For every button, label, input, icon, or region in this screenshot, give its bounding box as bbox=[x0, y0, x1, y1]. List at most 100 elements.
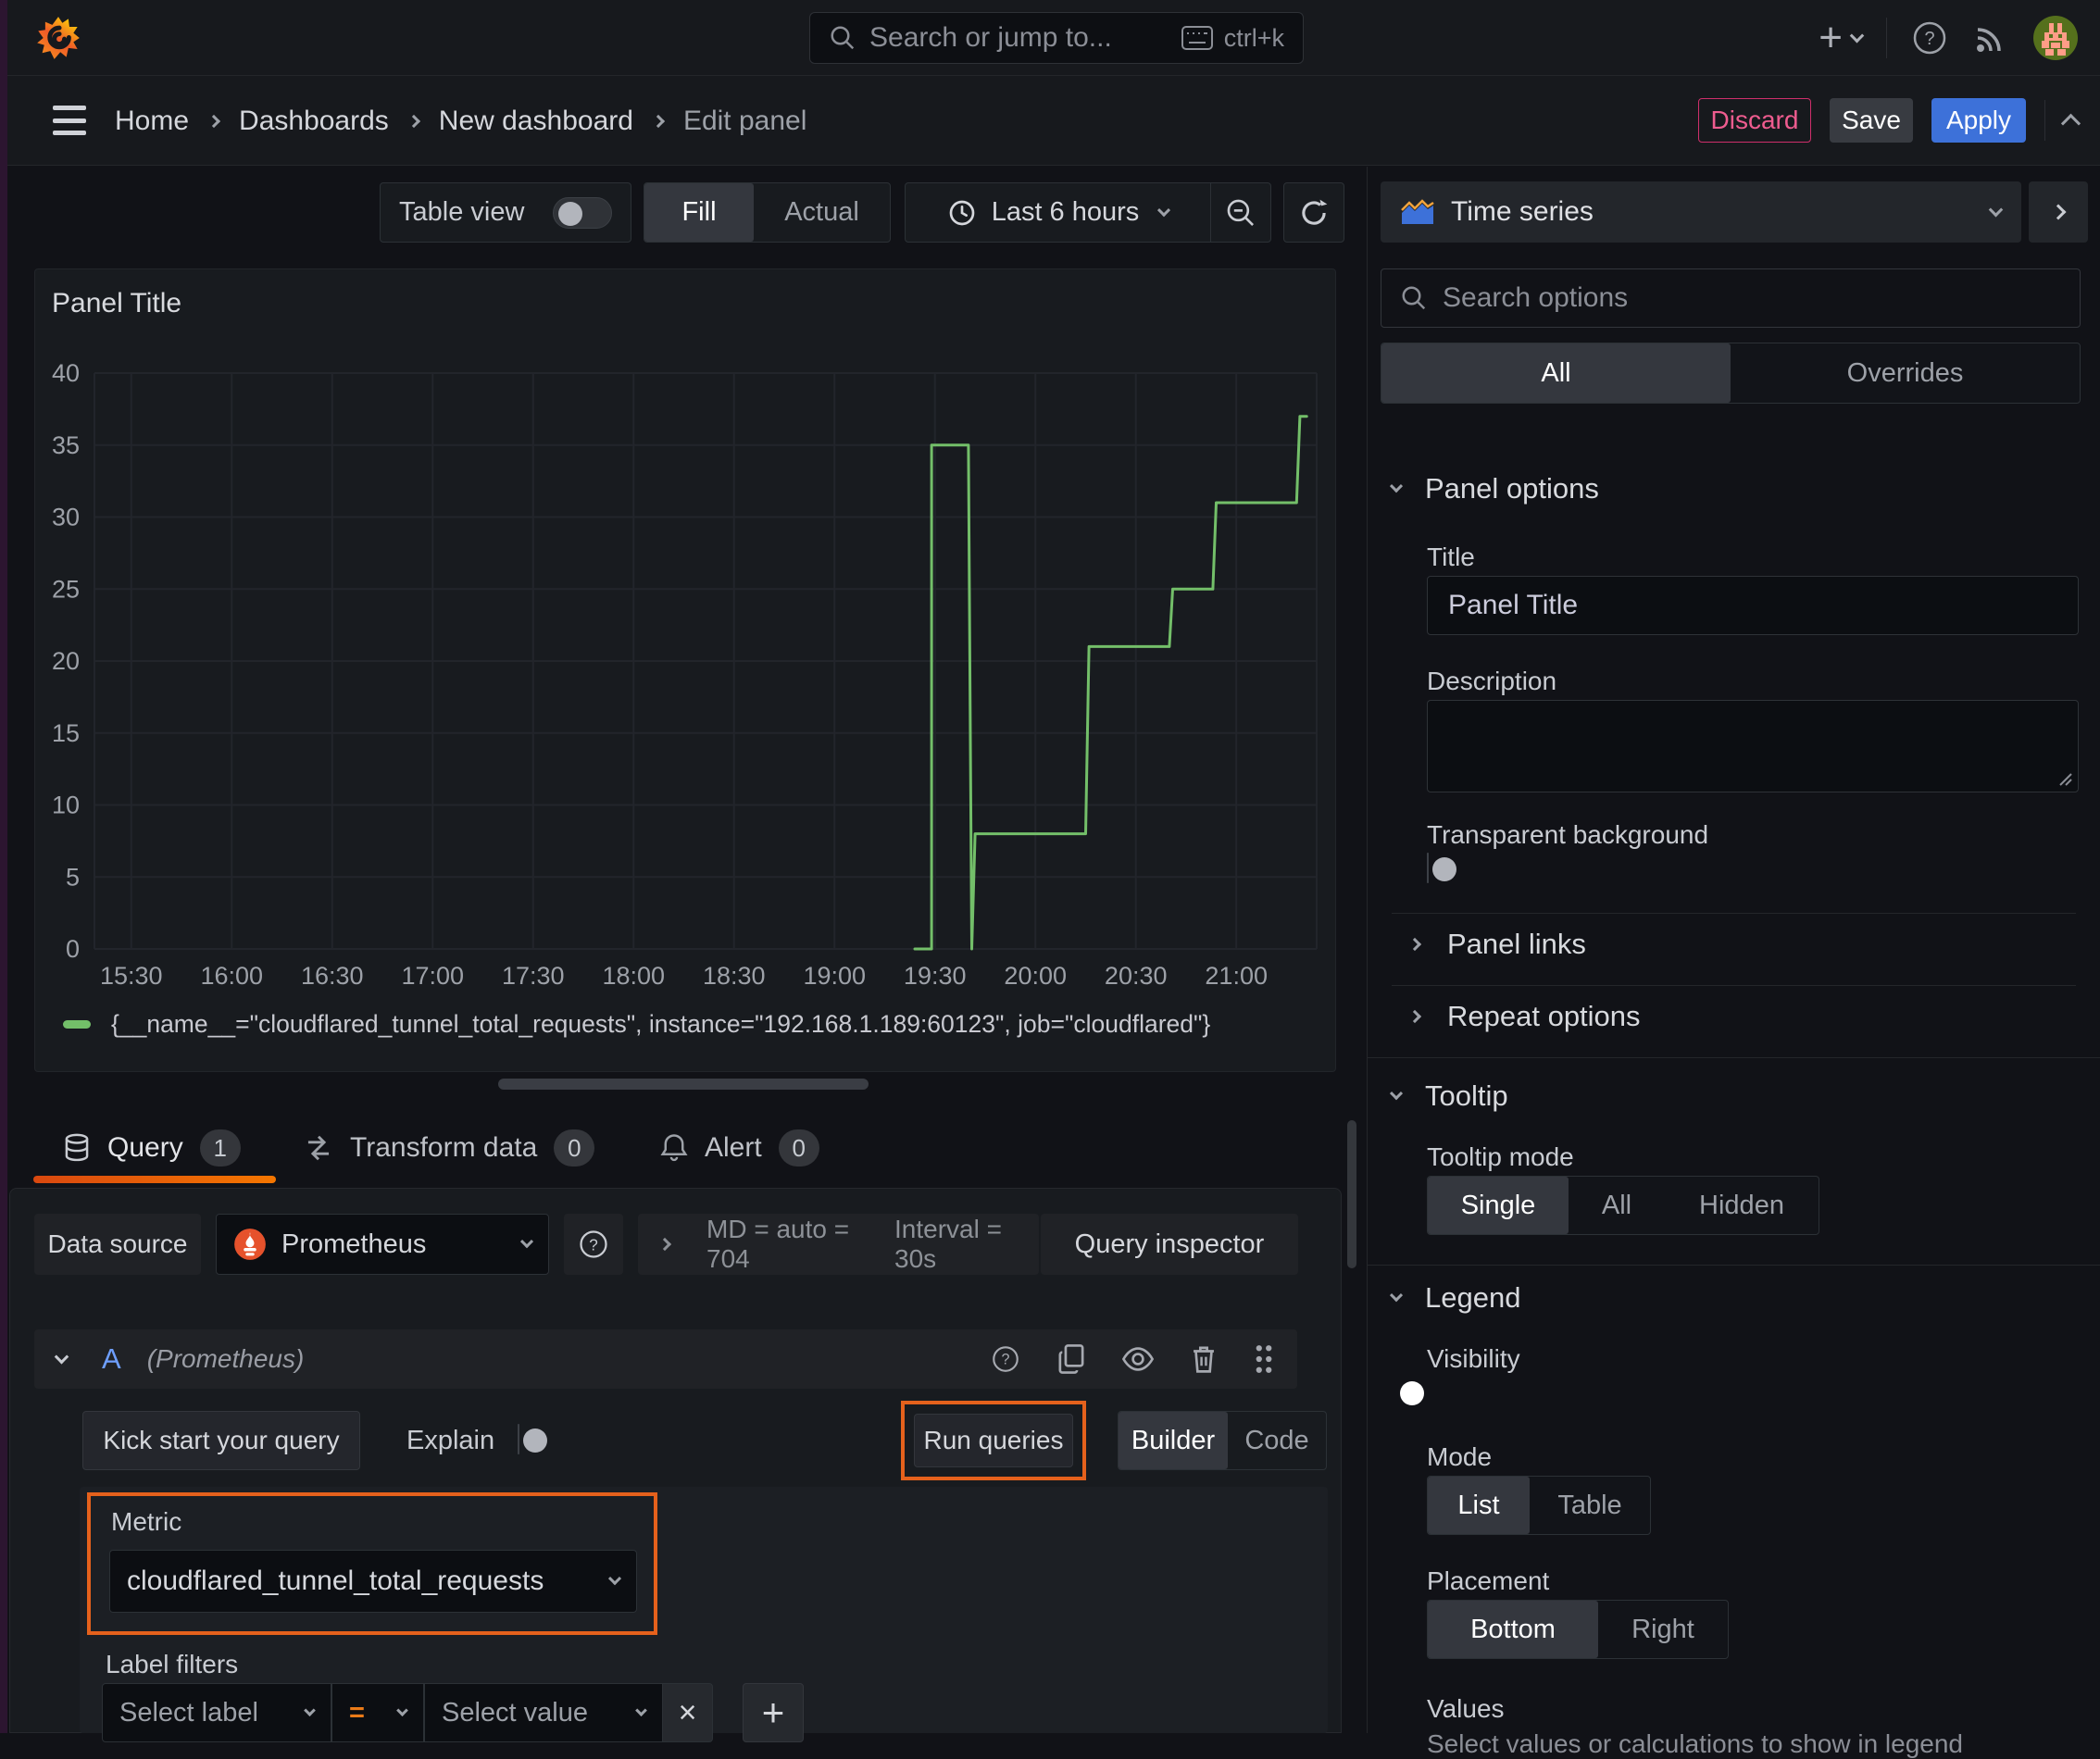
breadcrumb-home[interactable]: Home bbox=[115, 106, 189, 137]
repeat-options-header[interactable]: Repeat options bbox=[1407, 1000, 1641, 1033]
panel-options-header[interactable]: Panel options bbox=[1389, 472, 1599, 505]
actual-option[interactable]: Actual bbox=[754, 183, 890, 242]
tooltip-header[interactable]: Tooltip bbox=[1389, 1079, 1508, 1113]
query-inspector-button[interactable]: Query inspector bbox=[1041, 1214, 1298, 1275]
label-filter-key-select[interactable]: Select label bbox=[102, 1683, 331, 1742]
top-nav: Search or jump to... ctrl+k + ? bbox=[7, 0, 2100, 76]
legend-mode-list[interactable]: List bbox=[1428, 1477, 1530, 1534]
menu-toggle[interactable] bbox=[52, 106, 87, 135]
tab-overrides[interactable]: Overrides bbox=[1731, 343, 2080, 403]
options-search[interactable]: Search options bbox=[1381, 268, 2081, 328]
refresh-button[interactable] bbox=[1283, 182, 1344, 243]
builder-option[interactable]: Builder bbox=[1119, 1412, 1228, 1469]
query-datasource-hint: (Prometheus) bbox=[146, 1344, 305, 1373]
code-option[interactable]: Code bbox=[1228, 1412, 1326, 1469]
legend-series-label[interactable]: {__name__="cloudflared_tunnel_total_requ… bbox=[111, 1010, 1210, 1039]
chevron-right-icon bbox=[1407, 1009, 1422, 1024]
query-help-button[interactable]: ? bbox=[990, 1343, 1021, 1375]
save-button[interactable]: Save bbox=[1830, 98, 1913, 143]
hide-response-button[interactable] bbox=[1121, 1343, 1155, 1375]
viz-suggestions-button[interactable] bbox=[2029, 181, 2088, 243]
datasource-picker[interactable]: Prometheus bbox=[216, 1214, 549, 1275]
breadcrumb-new-dashboard[interactable]: New dashboard bbox=[439, 106, 633, 137]
label-filter-value-select[interactable]: Select value bbox=[424, 1683, 663, 1742]
svg-text:16:00: 16:00 bbox=[200, 962, 263, 990]
news-button[interactable] bbox=[1972, 19, 2009, 56]
tooltip-mode-all[interactable]: All bbox=[1569, 1177, 1665, 1234]
transform-tab[interactable]: Transform data 0 bbox=[304, 1118, 595, 1178]
database-icon bbox=[65, 1133, 89, 1162]
svg-text:5: 5 bbox=[66, 863, 80, 891]
help-button[interactable]: ? bbox=[1911, 19, 1948, 56]
remove-query-button[interactable] bbox=[1190, 1343, 1218, 1375]
legend-placement-label: Placement bbox=[1427, 1566, 1550, 1595]
chevron-right-icon bbox=[406, 114, 420, 128]
title-input[interactable]: Panel Title bbox=[1427, 576, 2079, 635]
legend-mode-label: Mode bbox=[1427, 1442, 1493, 1471]
legend-placement-bottom[interactable]: Bottom bbox=[1428, 1601, 1598, 1658]
run-queries-button[interactable]: Run queries bbox=[914, 1414, 1073, 1467]
viz-picker[interactable]: Time series bbox=[1381, 181, 2021, 243]
datasource-help-button[interactable]: ? bbox=[564, 1214, 623, 1275]
add-filter-button[interactable]: + bbox=[743, 1683, 804, 1742]
tooltip-mode-switch: Single All Hidden bbox=[1427, 1176, 1819, 1235]
remove-filter-button[interactable]: × bbox=[663, 1683, 713, 1742]
panel-title[interactable]: Panel Title bbox=[52, 288, 181, 319]
grip-dots-icon bbox=[1256, 1345, 1272, 1373]
tooltip-mode-single[interactable]: Single bbox=[1428, 1177, 1569, 1234]
collapse-query-icon[interactable] bbox=[54, 1349, 69, 1364]
transparent-bg-label: Transparent background bbox=[1427, 820, 1709, 849]
chart-svg[interactable]: 0 5 10 15 20 25 30 35 40 15:30 16:00 16:30 17:00 17:3… bbox=[46, 356, 1326, 997]
panel-links-header[interactable]: Panel links bbox=[1407, 928, 1586, 961]
metric-label: Metric bbox=[111, 1507, 182, 1536]
keyboard-icon bbox=[1181, 26, 1213, 50]
kick-start-button[interactable]: Kick start your query bbox=[82, 1411, 360, 1470]
avatar[interactable] bbox=[2033, 16, 2078, 60]
legend-placement-switch: Bottom Right bbox=[1427, 1600, 1729, 1659]
interval: Interval = 30s bbox=[894, 1215, 1002, 1273]
table-view-toggle[interactable] bbox=[553, 196, 612, 229]
tooltip-mode-hidden[interactable]: Hidden bbox=[1665, 1177, 1819, 1234]
discard-button[interactable]: Discard bbox=[1698, 98, 1811, 143]
legend-mode-table[interactable]: Table bbox=[1530, 1477, 1650, 1534]
breadcrumb-dashboards[interactable]: Dashboards bbox=[239, 106, 389, 137]
duplicate-query-button[interactable] bbox=[1056, 1343, 1086, 1375]
legend-placement-right[interactable]: Right bbox=[1598, 1601, 1728, 1658]
chevron-down-icon bbox=[519, 1235, 534, 1249]
description-textarea[interactable] bbox=[1427, 700, 2079, 792]
legend-header[interactable]: Legend bbox=[1389, 1281, 1520, 1315]
run-queries-highlight: Run queries bbox=[901, 1401, 1086, 1480]
transparent-bg-toggle[interactable] bbox=[1427, 853, 1456, 883]
metric-highlight: Metric cloudflared_tunnel_total_requests bbox=[87, 1492, 657, 1635]
label-filter-op-select[interactable]: = bbox=[331, 1683, 424, 1742]
apply-button[interactable]: Apply bbox=[1931, 98, 2026, 143]
pane-resize-handle[interactable] bbox=[498, 1079, 869, 1090]
alert-tab[interactable]: Alert 0 bbox=[660, 1118, 819, 1178]
svg-text:30: 30 bbox=[52, 504, 80, 531]
grafana-logo[interactable] bbox=[35, 15, 81, 61]
fill-actual-switch: Fill Actual bbox=[644, 182, 891, 243]
tab-all[interactable]: All bbox=[1381, 343, 1731, 403]
chart-legend[interactable]: {__name__="cloudflared_tunnel_total_requ… bbox=[63, 1010, 1210, 1039]
rss-icon bbox=[1977, 28, 2001, 52]
fill-option[interactable]: Fill bbox=[644, 183, 754, 242]
zoom-out-button[interactable] bbox=[1211, 183, 1270, 242]
new-menu-button[interactable]: + bbox=[1819, 18, 1865, 58]
prometheus-icon bbox=[234, 1229, 266, 1260]
metric-select[interactable]: cloudflared_tunnel_total_requests bbox=[109, 1550, 637, 1613]
legend-values-label: Values bbox=[1427, 1694, 1505, 1723]
global-search[interactable]: Search or jump to... ctrl+k bbox=[809, 12, 1304, 64]
drag-query-handle[interactable] bbox=[1253, 1343, 1275, 1375]
time-range-picker[interactable]: Last 6 hours bbox=[906, 183, 1210, 242]
svg-text:10: 10 bbox=[52, 792, 80, 819]
explain-toggle[interactable] bbox=[518, 1424, 547, 1454]
collapse-header-button[interactable] bbox=[2060, 113, 2081, 133]
chevron-down-icon bbox=[396, 1703, 408, 1716]
query-tab[interactable]: Query 1 bbox=[63, 1118, 241, 1178]
scrollbar-thumb[interactable] bbox=[1347, 1120, 1356, 1268]
query-row-header[interactable]: A (Prometheus) ? bbox=[34, 1329, 1297, 1389]
chevron-right-icon bbox=[1407, 937, 1422, 952]
svg-text:0: 0 bbox=[66, 935, 80, 963]
explain-label: Explain bbox=[406, 1426, 495, 1455]
query-options-bar[interactable]: MD = auto = 704 Interval = 30s bbox=[638, 1214, 1039, 1275]
